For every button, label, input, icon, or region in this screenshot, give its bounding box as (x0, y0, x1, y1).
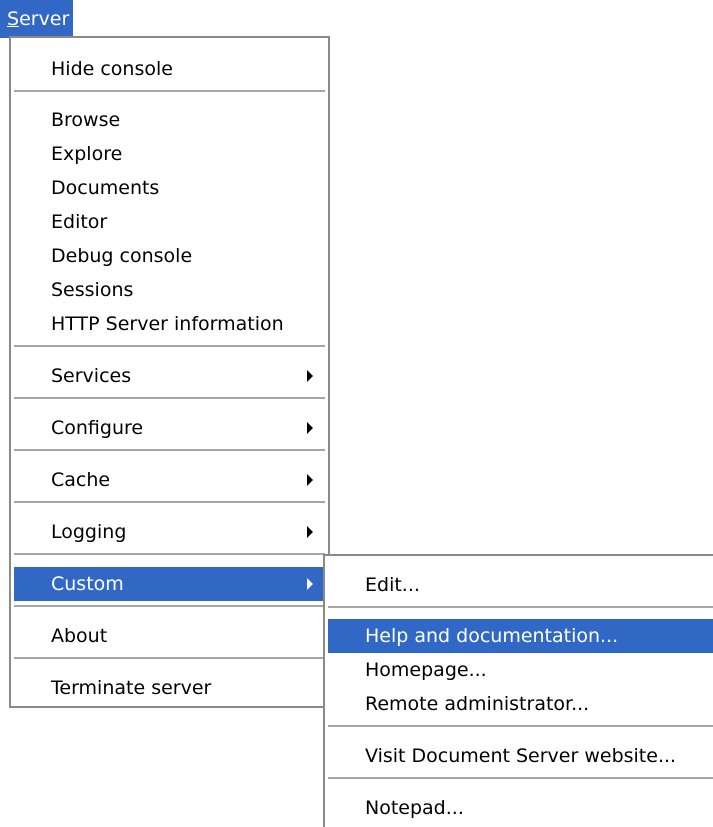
menu-separator (14, 397, 325, 399)
menu-item-label: Sessions (51, 279, 134, 301)
menu-item-editor[interactable]: Editor (14, 205, 325, 239)
menu-item-terminate-server[interactable]: Terminate server (14, 671, 325, 705)
server-menu-mnemonic: S (7, 8, 20, 30)
menu-item-label: Editor (51, 211, 108, 233)
menu-item-label: Documents (51, 177, 160, 199)
menu-item-label: Explore (51, 143, 123, 165)
menu-separator (328, 725, 713, 727)
menu-item-hide-console[interactable]: Hide console (14, 52, 325, 86)
menu-item-logging[interactable]: Logging (14, 515, 325, 549)
submenu-arrow-icon (307, 526, 313, 538)
menu-item-label: Edit... (365, 574, 420, 596)
menu-separator (14, 657, 325, 659)
menu-separator (14, 605, 325, 607)
menu-item-label: Cache (51, 469, 111, 491)
menu-separator (328, 606, 713, 608)
submenu-arrow-icon (307, 422, 313, 434)
menu-item-label: Terminate server (51, 677, 212, 699)
menu-item-label: Debug console (51, 245, 193, 267)
server-menu-title[interactable]: Server (0, 0, 73, 38)
menu-item-label: Logging (51, 521, 127, 543)
menu-item-label: About (51, 625, 108, 647)
menu-item-label: Browse (51, 109, 121, 131)
menu-separator (14, 501, 325, 503)
menu-item-configure[interactable]: Configure (14, 411, 325, 445)
menu-item-label: HTTP Server information (51, 313, 284, 335)
menu-separator (14, 553, 325, 555)
menu-item-label: Services (51, 365, 132, 387)
submenu-item-remote-admin[interactable]: Remote administrator... (328, 687, 713, 721)
submenu-item-edit[interactable]: Edit... (328, 568, 713, 602)
submenu-arrow-icon (307, 370, 313, 382)
menu-separator (14, 345, 325, 347)
menu-separator (328, 777, 713, 779)
menu-item-label: Configure (51, 417, 144, 439)
submenu-item-notepad[interactable]: Notepad... (328, 791, 713, 825)
server-menu: Hide console Browse Explore Documents Ed… (9, 36, 330, 708)
submenu-item-visit-website[interactable]: Visit Document Server website... (328, 739, 713, 773)
submenu-arrow-icon (307, 474, 313, 486)
menu-separator (14, 449, 325, 451)
custom-submenu: Edit... Help and documentation... Homepa… (323, 554, 713, 827)
menu-item-services[interactable]: Services (14, 359, 325, 393)
menu-item-label: Homepage... (365, 659, 487, 681)
menu-item-label: Visit Document Server website... (365, 745, 677, 767)
submenu-arrow-icon (307, 578, 313, 590)
menu-item-sessions[interactable]: Sessions (14, 273, 325, 307)
menu-separator (14, 90, 325, 92)
submenu-item-help[interactable]: Help and documentation... (328, 619, 713, 653)
menu-item-custom[interactable]: Custom (14, 567, 325, 601)
menu-item-label: Remote administrator... (365, 693, 590, 715)
menu-item-label: Help and documentation... (365, 625, 619, 647)
menu-item-debug-console[interactable]: Debug console (14, 239, 325, 273)
menu-item-browse[interactable]: Browse (14, 103, 325, 137)
submenu-item-homepage[interactable]: Homepage... (328, 653, 713, 687)
menu-item-cache[interactable]: Cache (14, 463, 325, 497)
menu-item-label: Custom (51, 573, 124, 595)
menu-item-http-info[interactable]: HTTP Server information (14, 307, 325, 341)
menu-item-explore[interactable]: Explore (14, 137, 325, 171)
menu-item-documents[interactable]: Documents (14, 171, 325, 205)
server-menu-title-rest: erver (19, 8, 70, 30)
menu-item-label: Hide console (51, 58, 173, 80)
menu-item-label: Notepad... (365, 797, 464, 819)
menu-item-about[interactable]: About (14, 619, 325, 653)
